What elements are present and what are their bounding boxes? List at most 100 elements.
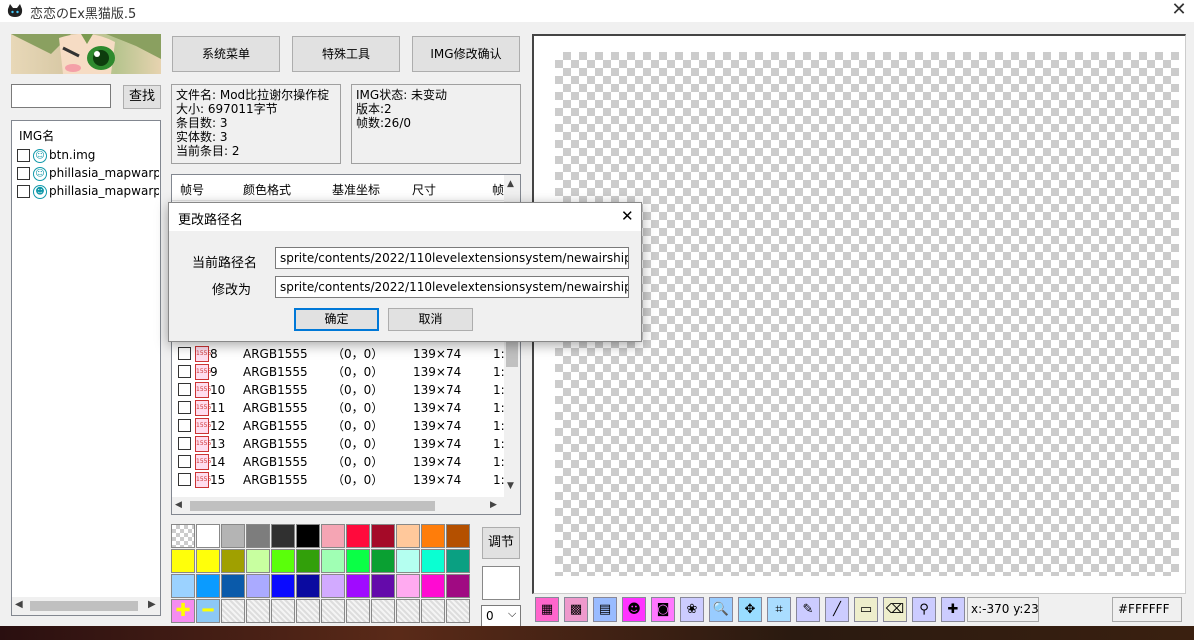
- table-row[interactable]: 1555 14 ARGB1555 （0，0） 139×74 1:: [172, 453, 505, 471]
- vscroll-down-arrow[interactable]: ▼: [507, 481, 514, 491]
- img-confirm-button[interactable]: IMG修改确认: [412, 36, 520, 72]
- color-swatch[interactable]: [196, 549, 220, 573]
- move-tool-button[interactable]: ✥: [738, 597, 762, 622]
- empty-swatch[interactable]: [296, 599, 320, 623]
- row-checkbox[interactable]: [178, 419, 191, 432]
- hscroll-left-arrow[interactable]: ◀: [175, 500, 182, 510]
- adjust-button[interactable]: 调节: [482, 527, 520, 559]
- color-swatch[interactable]: [446, 549, 470, 573]
- table-row[interactable]: 1555 11 ARGB1555 （0，0） 139×74 1:: [172, 399, 505, 417]
- eraser-tool-button[interactable]: ⌫: [883, 597, 907, 622]
- search-input[interactable]: [11, 84, 111, 108]
- palette-tool-button[interactable]: ▩: [564, 597, 588, 622]
- transparent-swatch[interactable]: [171, 524, 195, 548]
- tree-horizontal-scrollbar[interactable]: ◀ ▶: [12, 597, 160, 615]
- empty-swatch[interactable]: [321, 599, 345, 623]
- row-checkbox[interactable]: [178, 437, 191, 450]
- color-swatch[interactable]: [421, 574, 445, 598]
- col-header-size[interactable]: 尺寸: [412, 181, 436, 198]
- col-header-format[interactable]: 颜色格式: [243, 181, 291, 198]
- color-swatch[interactable]: [371, 549, 395, 573]
- tree-checkbox[interactable]: [17, 185, 30, 198]
- row-checkbox[interactable]: [178, 347, 191, 360]
- color-swatch[interactable]: [321, 549, 345, 573]
- scroll-thumb[interactable]: [30, 601, 138, 611]
- line-tool-button[interactable]: ╱: [825, 597, 849, 622]
- current-path-field[interactable]: sprite/contents/2022/110levelextensionsy…: [275, 247, 629, 269]
- color-swatch[interactable]: [321, 524, 345, 548]
- color-swatch[interactable]: [271, 574, 295, 598]
- vscroll-up-arrow[interactable]: ▲: [507, 179, 514, 189]
- empty-swatch[interactable]: [221, 599, 245, 623]
- table-row[interactable]: 1555 15 ARGB1555 （0，0） 139×74 1:: [172, 471, 505, 489]
- cancel-button[interactable]: 取消: [388, 308, 473, 331]
- color-swatch[interactable]: [371, 524, 395, 548]
- color-swatch[interactable]: [271, 549, 295, 573]
- window-close-button[interactable]: ✕: [1168, 0, 1190, 22]
- empty-swatch[interactable]: [421, 599, 445, 623]
- color-swatch[interactable]: [196, 574, 220, 598]
- color-swatch[interactable]: [421, 524, 445, 548]
- table-row[interactable]: 1555 12 ARGB1555 （0，0） 139×74 1:: [172, 417, 505, 435]
- hscroll-thumb[interactable]: [190, 501, 435, 511]
- paw-tool-button[interactable]: ❀: [680, 597, 704, 622]
- tree-checkbox[interactable]: [17, 149, 30, 162]
- color-swatch[interactable]: [296, 524, 320, 548]
- color-swatch[interactable]: [196, 524, 220, 548]
- color-swatch[interactable]: [421, 549, 445, 573]
- dialog-close-button[interactable]: ✕: [621, 207, 634, 225]
- layer-select[interactable]: 0 ⌵: [481, 605, 521, 627]
- row-checkbox[interactable]: [178, 401, 191, 414]
- cat-tool-button[interactable]: ☻: [622, 597, 646, 622]
- color-swatch[interactable]: [296, 574, 320, 598]
- ok-button[interactable]: 确定: [294, 308, 379, 331]
- crop-tool-button[interactable]: ⌗: [767, 597, 791, 622]
- color-swatch[interactable]: [296, 549, 320, 573]
- color-swatch[interactable]: [396, 574, 420, 598]
- color-swatch[interactable]: [221, 549, 245, 573]
- col-header-index[interactable]: 帧号: [180, 181, 204, 198]
- color-swatch[interactable]: [346, 549, 370, 573]
- color-swatch[interactable]: [346, 574, 370, 598]
- row-checkbox[interactable]: [178, 365, 191, 378]
- col-header-extra[interactable]: 帧: [492, 181, 504, 198]
- camera-tool-button[interactable]: ◙: [651, 597, 675, 622]
- current-color-preview[interactable]: [482, 566, 520, 600]
- hscroll-right-arrow[interactable]: ▶: [490, 500, 497, 510]
- scroll-right-arrow[interactable]: ▶: [148, 599, 156, 610]
- film-tool-button[interactable]: ▤: [593, 597, 617, 622]
- vscroll-thumb[interactable]: [506, 341, 518, 367]
- add-color-button[interactable]: ✚: [171, 599, 195, 623]
- empty-swatch[interactable]: [346, 599, 370, 623]
- empty-swatch[interactable]: [446, 599, 470, 623]
- color-swatch[interactable]: [171, 574, 195, 598]
- color-swatch[interactable]: [446, 574, 470, 598]
- color-hex-readout[interactable]: #FFFFFF: [1112, 597, 1182, 622]
- color-swatch[interactable]: [221, 574, 245, 598]
- color-swatch[interactable]: [246, 574, 270, 598]
- eyedropper-tool-button[interactable]: ⚲: [912, 597, 936, 622]
- row-checkbox[interactable]: [178, 473, 191, 486]
- col-header-coord[interactable]: 基准坐标: [332, 181, 380, 198]
- table-row[interactable]: 1555 9 ARGB1555 （0，0） 139×74 1:: [172, 363, 505, 381]
- row-checkbox[interactable]: [178, 455, 191, 468]
- special-tools-button[interactable]: 特殊工具: [292, 36, 400, 72]
- color-swatch[interactable]: [396, 549, 420, 573]
- color-swatch[interactable]: [221, 524, 245, 548]
- empty-swatch[interactable]: [396, 599, 420, 623]
- system-menu-button[interactable]: 系统菜单: [172, 36, 280, 72]
- color-swatch[interactable]: [171, 549, 195, 573]
- color-swatch[interactable]: [371, 574, 395, 598]
- tree-checkbox[interactable]: [17, 167, 30, 180]
- fill-tool-button[interactable]: ✚: [941, 597, 965, 622]
- pencil-tool-button[interactable]: ✎: [796, 597, 820, 622]
- tree-item-phillasia-mapwarp[interactable]: ☺phillasia_mapwarp.in: [17, 164, 159, 182]
- color-swatch[interactable]: [321, 574, 345, 598]
- rect-tool-button[interactable]: ▭: [854, 597, 878, 622]
- color-swatch[interactable]: [396, 524, 420, 548]
- modify-path-field[interactable]: sprite/contents/2022/110levelextensionsy…: [275, 276, 629, 298]
- table-row[interactable]: 1555 10 ARGB1555 （0，0） 139×74 1:: [172, 381, 505, 399]
- table-row[interactable]: 1555 13 ARGB1555 （0，0） 139×74 1:: [172, 435, 505, 453]
- search-button[interactable]: 查找: [123, 85, 161, 109]
- color-swatch[interactable]: [271, 524, 295, 548]
